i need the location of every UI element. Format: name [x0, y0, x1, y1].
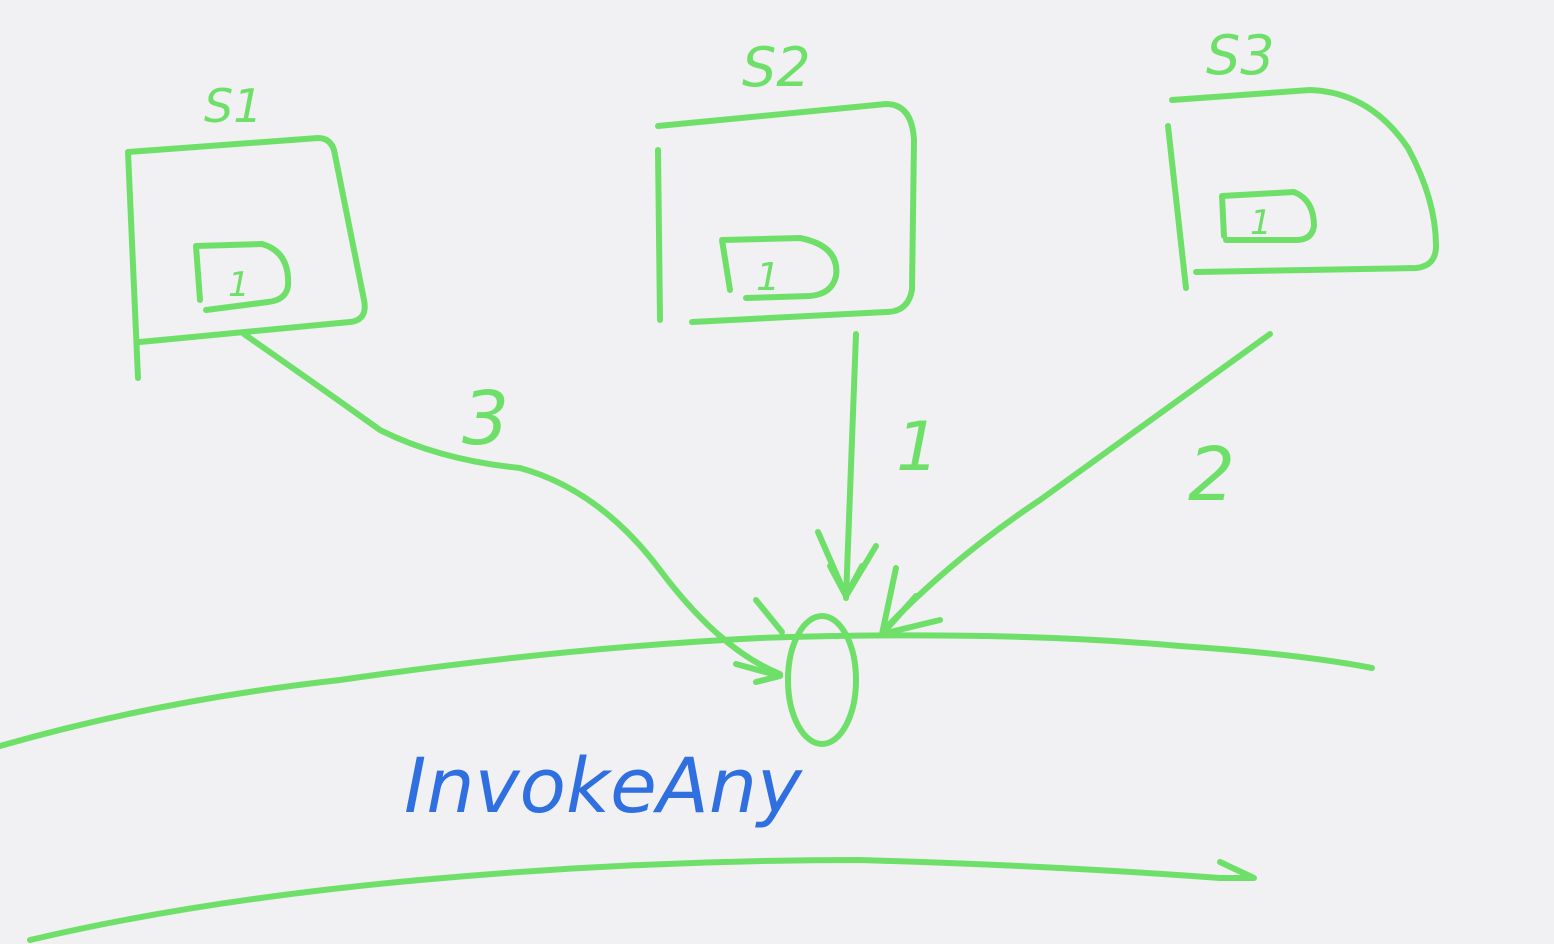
server-s2-inner-label: 1 [756, 255, 780, 299]
server-s3-label: S3 [1206, 24, 1275, 87]
edge-s1: 3 [241, 331, 785, 685]
server-s3-inner-label: 1 [1250, 203, 1272, 243]
edge-s2-label: 1 [896, 408, 939, 487]
server-s2-label: S2 [742, 36, 811, 99]
server-s3: S3 1 [1165, 24, 1439, 291]
band-label: InvokeAny [404, 741, 803, 830]
server-s2: S2 1 [655, 36, 917, 325]
band-bottom-line [27, 857, 1257, 943]
edge-s3-label: 2 [1188, 432, 1235, 518]
server-s1-box [125, 135, 368, 381]
edge-s1-line [241, 331, 783, 677]
edge-s2-line [843, 331, 859, 601]
edge-s3: 2 [879, 331, 1273, 637]
edge-s3-arrowhead [879, 565, 943, 637]
server-s3-box [1165, 87, 1439, 291]
whiteboard-canvas: S1 1 S2 1 S3 1 3 1 2 InvokeAny [0, 24, 1439, 943]
edge-s2: 1 [815, 331, 939, 601]
server-s2-box [655, 101, 917, 325]
server-s1-label: S1 [204, 79, 262, 133]
server-s1-inner-label: 1 [228, 265, 250, 305]
edge-s1-label: 3 [462, 376, 509, 462]
band-top-line [0, 632, 1375, 749]
